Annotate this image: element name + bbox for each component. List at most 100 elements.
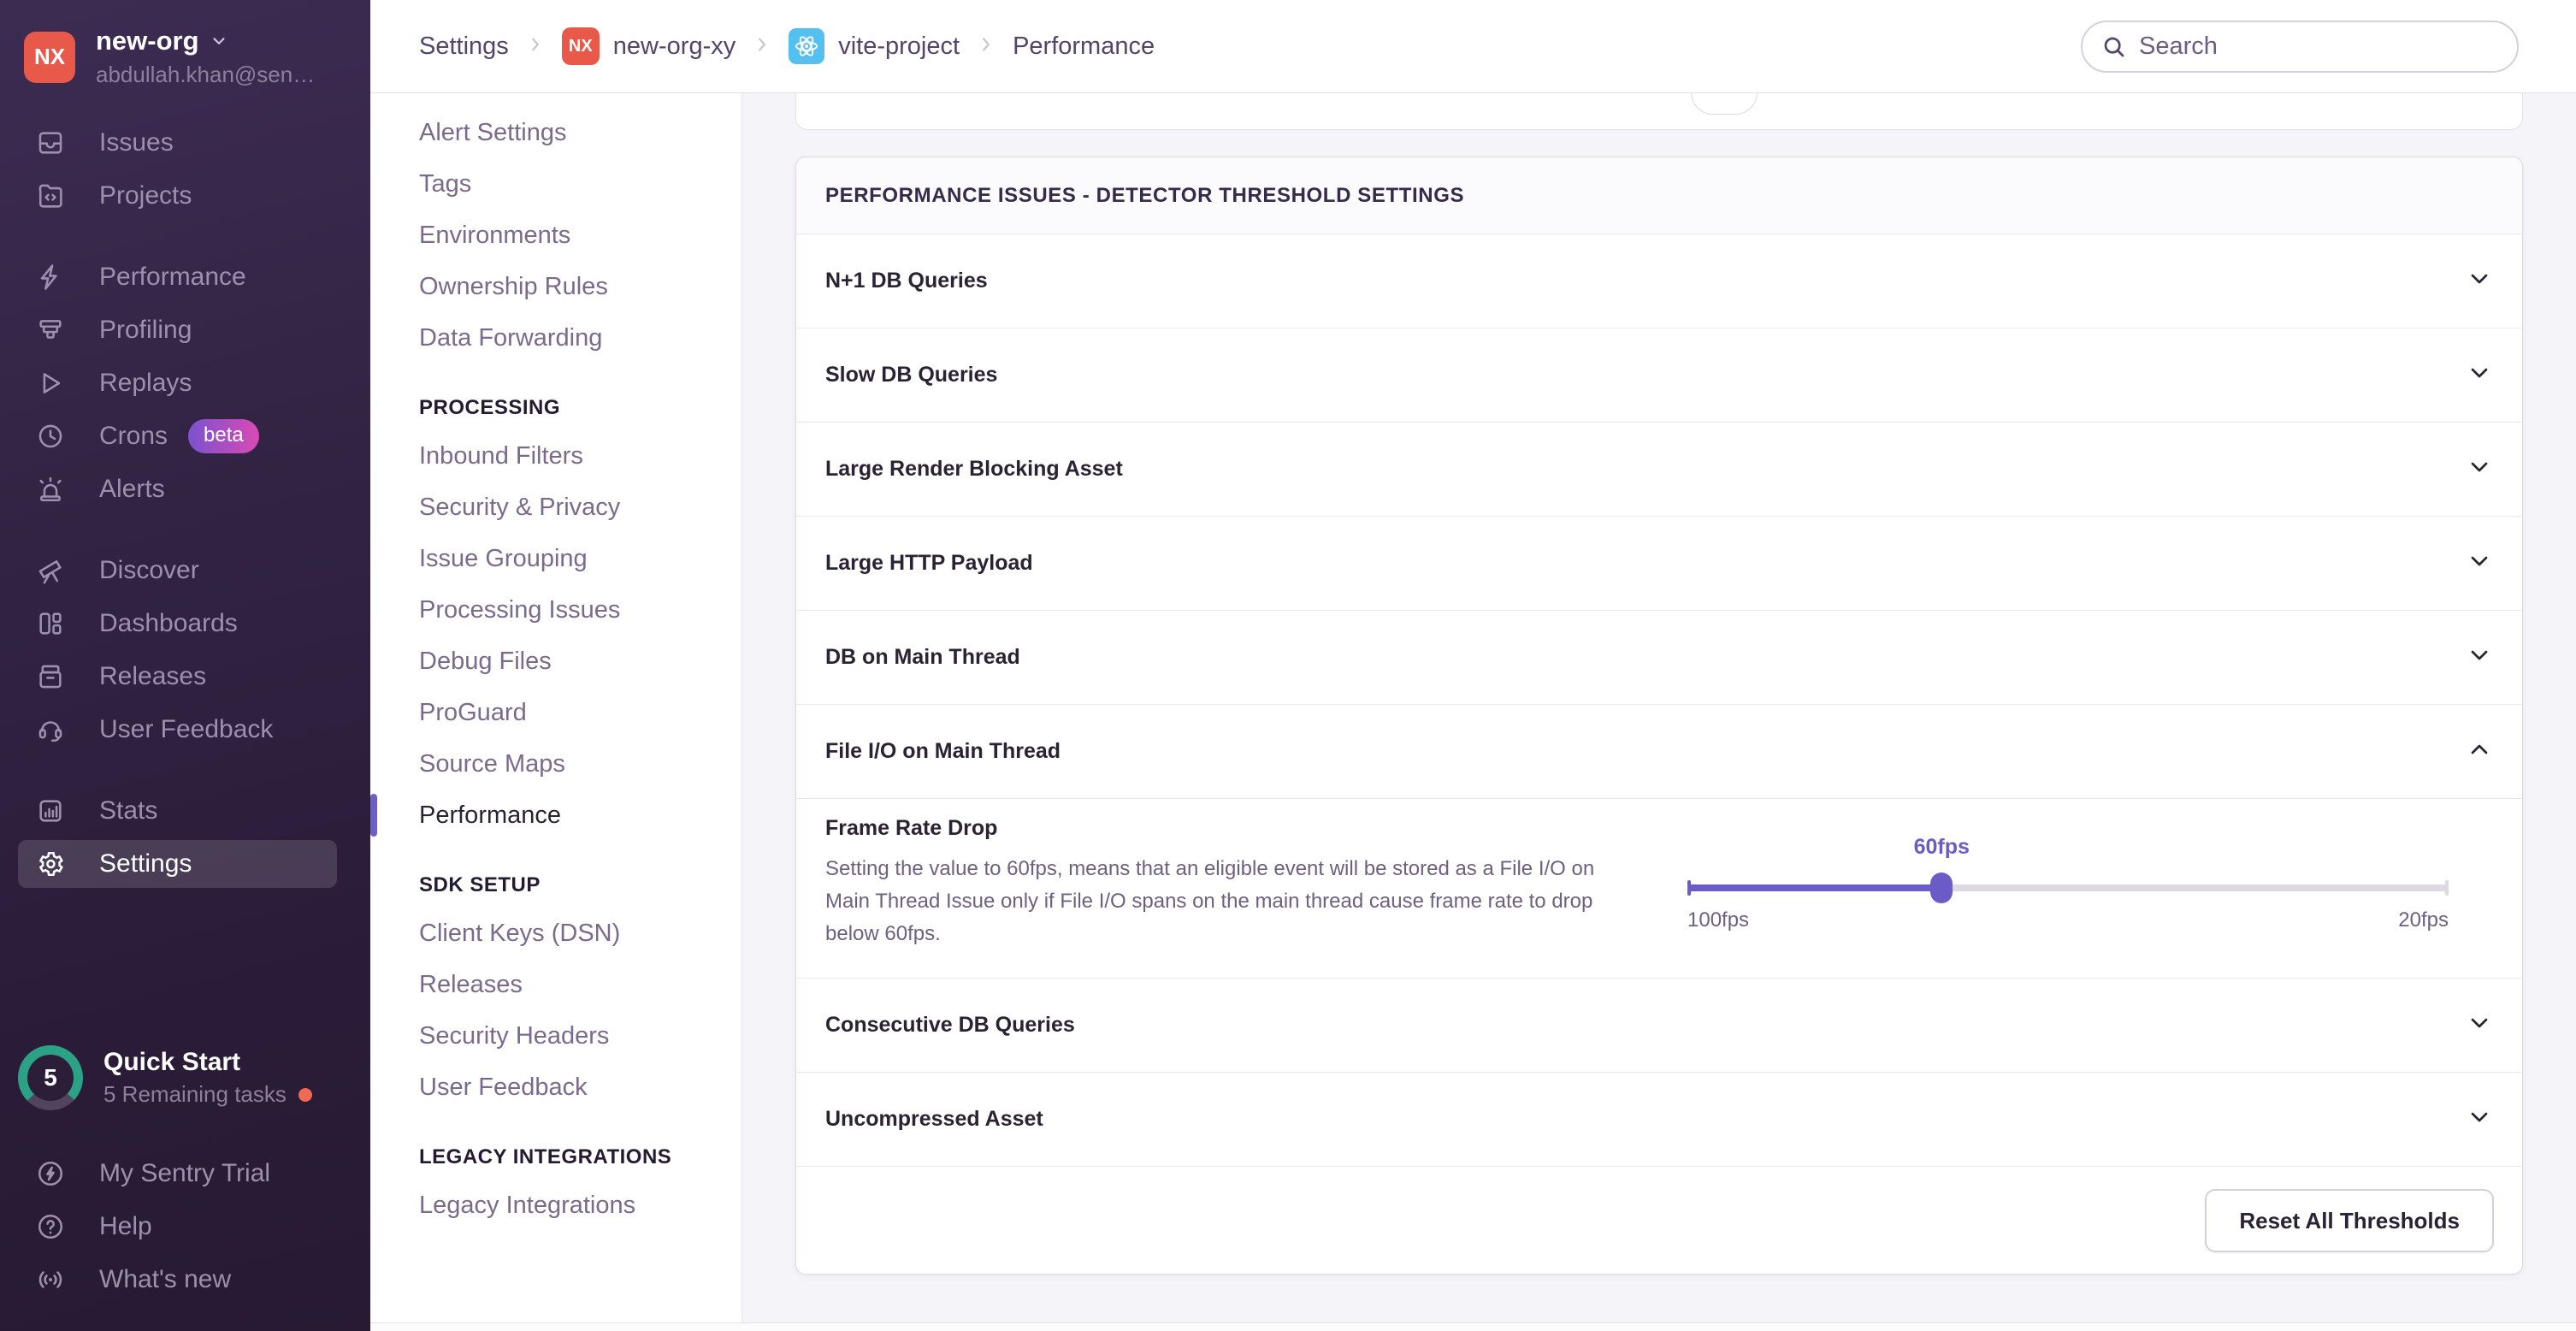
subnav-item-client-keys[interactable]: Client Keys (DSN) [370, 908, 741, 959]
subnav-header-processing: PROCESSING [370, 386, 741, 430]
accordion-row-file-io-on-main-thread[interactable]: File I/O on Main Thread [796, 705, 2522, 799]
settings-subnav: Alert Settings Tags Environments Ownersh… [370, 93, 742, 1331]
sidebar-item-stats[interactable]: Stats [0, 784, 370, 837]
profiling-stack-icon [36, 316, 65, 345]
play-icon [36, 369, 65, 398]
react-icon [789, 28, 824, 64]
sidebar-item-user-feedback[interactable]: User Feedback [0, 703, 370, 756]
sidebar-item-settings[interactable]: Settings [0, 837, 370, 890]
frame-rate-slider-fill [1687, 884, 1941, 891]
app-sidebar: NX new-org abdullah.khan@sen… Issues Pro… [0, 0, 370, 1331]
sidebar-item-dashboards[interactable]: Dashboards [0, 597, 370, 650]
sidebar-item-profiling[interactable]: Profiling [0, 304, 370, 357]
search-input[interactable] [2139, 33, 2481, 61]
org-avatar: NX [24, 32, 75, 83]
bolt-circle-icon [36, 1159, 65, 1188]
notification-dot [298, 1088, 312, 1102]
chevron-down-icon[interactable] [2466, 1009, 2493, 1041]
sidebar-item-my-sentry-trial[interactable]: My Sentry Trial [0, 1147, 370, 1200]
quickstart-progress-ring: 5 [18, 1045, 83, 1110]
subnav-item-environments[interactable]: Environments [370, 210, 741, 261]
chevron-down-icon[interactable] [2466, 547, 2493, 579]
accordion-row-uncompressed-asset[interactable]: Uncompressed Asset [796, 1073, 2522, 1167]
sidebar-item-crons[interactable]: Crons beta [0, 410, 370, 463]
breadcrumb-project[interactable]: vite-project [789, 28, 960, 64]
sidebar-item-replays[interactable]: Replays [0, 357, 370, 410]
breadcrumb-organization[interactable]: NX new-org-xy [562, 27, 736, 65]
frame-rate-slider: 60fps 100fps 20fps [1687, 799, 2449, 979]
sentry-settings-page: NX new-org abdullah.khan@sen… Issues Pro… [0, 0, 2576, 1331]
broadcast-icon [36, 1265, 65, 1294]
lightning-icon [36, 263, 65, 292]
partially-scrolled-card [795, 93, 2523, 130]
dashboard-grid-icon [36, 609, 65, 638]
subnav-item-user-feedback[interactable]: User Feedback [370, 1062, 741, 1113]
sidebar-item-discover[interactable]: Discover [0, 544, 370, 597]
slider-track[interactable] [1687, 884, 2449, 891]
telescope-icon [36, 556, 65, 585]
panel-title: PERFORMANCE ISSUES - DETECTOR THRESHOLD … [796, 157, 2522, 234]
subnav-item-legacy-integrations[interactable]: Legacy Integrations [370, 1180, 741, 1231]
accordion-row-db-on-main-thread[interactable]: DB on Main Thread [796, 611, 2522, 705]
breadcrumb: Settings NX new-org-xy vite-project Perf… [370, 27, 1155, 65]
subnav-item-ownership-rules[interactable]: Ownership Rules [370, 261, 741, 312]
siren-icon [36, 475, 65, 504]
sidebar-item-help[interactable]: Help [0, 1200, 370, 1253]
quickstart-subtitle: 5 Remaining tasks [103, 1081, 287, 1108]
sidebar-item-performance[interactable]: Performance [0, 251, 370, 304]
frame-rate-slider-thumb[interactable] [1930, 873, 1953, 903]
accordion-row-large-http-payload[interactable]: Large HTTP Payload [796, 517, 2522, 611]
beta-badge: beta [188, 419, 259, 453]
sidebar-item-issues[interactable]: Issues [0, 116, 370, 169]
quickstart-count: 5 [27, 1055, 74, 1101]
subnav-item-security-privacy[interactable]: Security & Privacy [370, 482, 741, 533]
frame-rate-drop-title: Frame Rate Drop [825, 816, 1621, 841]
subnav-item-issue-grouping[interactable]: Issue Grouping [370, 533, 741, 584]
sidebar-item-releases[interactable]: Releases [0, 650, 370, 703]
breadcrumb-performance[interactable]: Performance [1013, 33, 1155, 61]
accordion-row-consecutive-db-queries[interactable]: Consecutive DB Queries [796, 979, 2522, 1073]
sidebar-item-projects[interactable]: Projects [0, 169, 370, 222]
chevron-down-icon[interactable] [2466, 265, 2493, 297]
subnav-item-data-forwarding[interactable]: Data Forwarding [370, 312, 741, 364]
main-content: PERFORMANCE ISSUES - DETECTOR THRESHOLD … [742, 93, 2576, 1331]
chevron-up-icon[interactable] [2466, 736, 2493, 767]
chevron-down-icon[interactable] [2466, 1103, 2493, 1135]
clock-history-icon [36, 422, 65, 451]
subnav-item-tags[interactable]: Tags [370, 158, 741, 210]
search-box[interactable] [2081, 21, 2519, 73]
subnav-item-debug-files[interactable]: Debug Files [370, 636, 741, 687]
org-switcher[interactable]: NX new-org abdullah.khan@sen… [0, 0, 370, 88]
gear-icon [36, 849, 65, 878]
question-circle-icon [36, 1212, 65, 1241]
panel-footer: Reset All Thresholds [796, 1167, 2522, 1275]
accordion-row-slow-db-queries[interactable]: Slow DB Queries [796, 328, 2522, 423]
chevron-down-icon[interactable] [2466, 642, 2493, 673]
frame-rate-drop-description: Setting the value to 60fps, means that a… [825, 853, 1621, 950]
chevron-down-icon[interactable] [2466, 453, 2493, 485]
sidebar-item-alerts[interactable]: Alerts [0, 463, 370, 516]
org-email: abdullah.khan@sen… [96, 62, 315, 88]
accordion-row-large-render-blocking-asset[interactable]: Large Render Blocking Asset [796, 423, 2522, 517]
breadcrumb-settings[interactable]: Settings [419, 33, 509, 61]
accordion-row-n-plus-one-db-queries[interactable]: N+1 DB Queries [796, 234, 2522, 328]
quickstart-title: Quick Start [103, 1048, 312, 1077]
subnav-item-processing-issues[interactable]: Processing Issues [370, 584, 741, 636]
chevron-down-icon[interactable] [2466, 359, 2493, 391]
subnav-item-proguard[interactable]: ProGuard [370, 687, 741, 738]
inbox-icon [36, 128, 65, 157]
archive-box-icon [36, 662, 65, 691]
sidebar-item-whats-new[interactable]: What's new [0, 1253, 370, 1306]
subnav-item-releases[interactable]: Releases [370, 959, 741, 1010]
subnav-item-source-maps[interactable]: Source Maps [370, 738, 741, 790]
quickstart-widget[interactable]: 5 Quick Start 5 Remaining tasks [18, 1045, 312, 1110]
subnav-item-performance[interactable]: Performance [370, 790, 741, 841]
subnav-item-security-headers[interactable]: Security Headers [370, 1010, 741, 1062]
subnav-item-inbound-filters[interactable]: Inbound Filters [370, 430, 741, 482]
reset-all-thresholds-button[interactable]: Reset All Thresholds [2205, 1189, 2494, 1252]
slider-max-label: 20fps [2398, 908, 2449, 932]
topbar: Settings NX new-org-xy vite-project Perf… [370, 0, 2576, 93]
subnav-item-alert-settings[interactable]: Alert Settings [370, 107, 741, 158]
headset-icon [36, 715, 65, 744]
chevron-right-icon [753, 33, 771, 61]
